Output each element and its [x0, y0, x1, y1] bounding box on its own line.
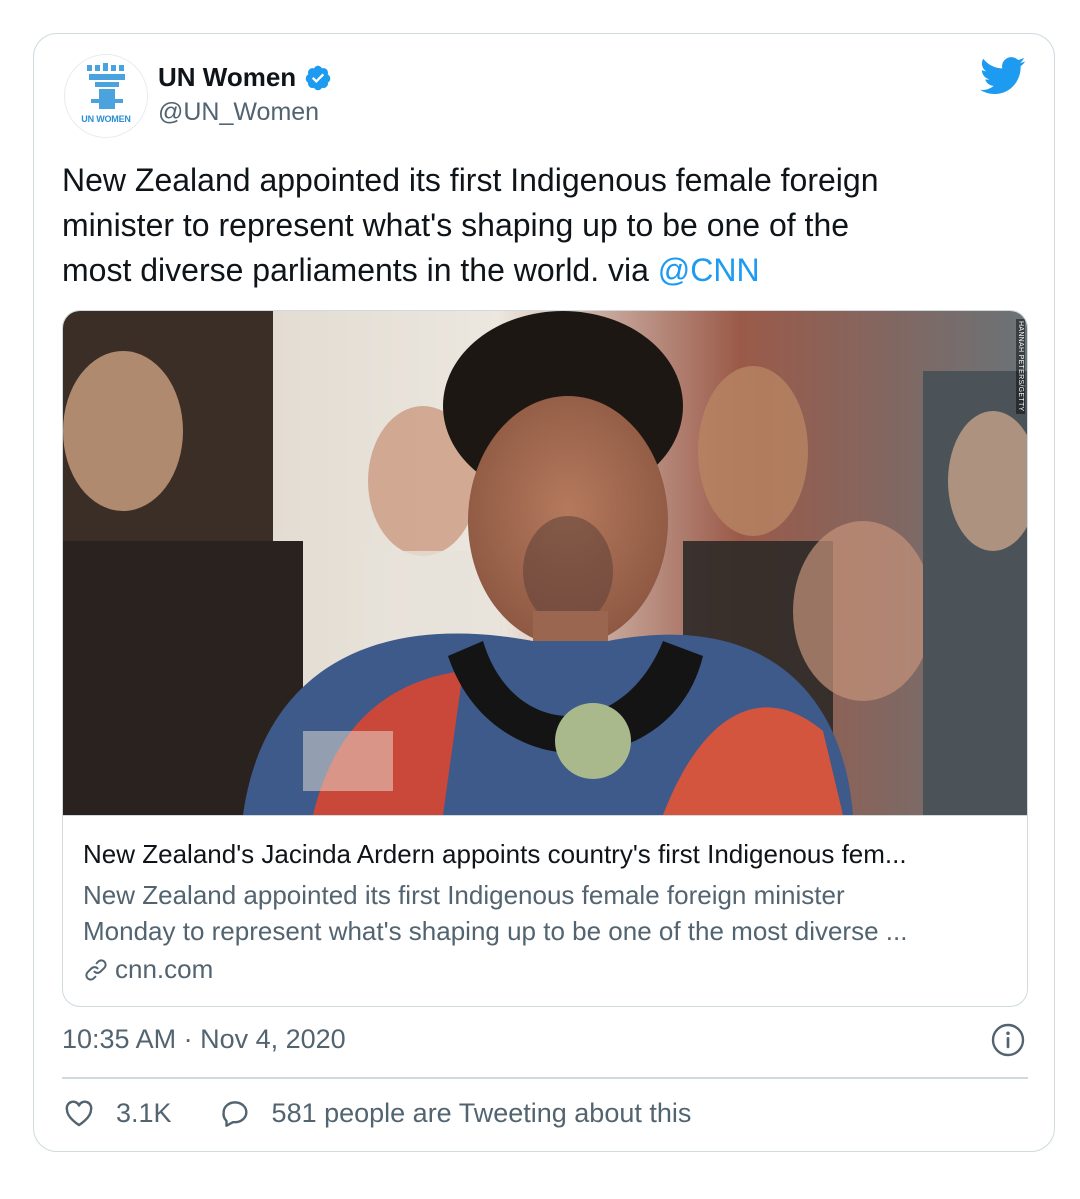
- avatar[interactable]: UN WOMEN: [64, 54, 148, 138]
- twitter-bird-icon[interactable]: [980, 56, 1026, 96]
- card-description-line: Monday to represent what's shaping up to…: [83, 916, 908, 946]
- verified-badge-icon: [305, 65, 331, 90]
- card-description-line: New Zealand appointed its first Indigeno…: [83, 880, 845, 910]
- card-domain-text[interactable]: cnn.com: [115, 954, 213, 985]
- tweet-card[interactable]: UN WOMEN UN Women @UN_Women New Zealand …: [33, 33, 1055, 1152]
- author-handle[interactable]: @UN_Women: [158, 98, 319, 127]
- tweet-text-line: minister to represent what's shaping up …: [62, 207, 850, 243]
- reply-icon: [221, 1101, 248, 1127]
- divider: [62, 1077, 1028, 1079]
- tweet-text-line: most diverse parliaments in the world. v…: [62, 248, 1012, 293]
- action-bar: 3.1K 581 people are Tweeting about this: [62, 1096, 691, 1130]
- link-icon: [85, 958, 107, 981]
- tweet-text-line: New Zealand appointed its first Indigeno…: [62, 162, 879, 198]
- like-button[interactable]: 3.1K: [62, 1096, 172, 1130]
- tweet-timestamp[interactable]: 10:35 AM · Nov 4, 2020: [62, 1024, 346, 1055]
- tweet-text: New Zealand appointed its first Indigeno…: [62, 158, 1012, 293]
- un-women-logo-icon: [87, 63, 125, 109]
- card-description: New Zealand appointed its first Indigeno…: [83, 877, 1003, 949]
- avatar-label: UN WOMEN: [81, 114, 131, 124]
- author-display-name[interactable]: UN Women: [158, 62, 296, 93]
- cnn-mention-link[interactable]: @CNN: [658, 252, 760, 288]
- like-count: 3.1K: [116, 1097, 172, 1128]
- card-title[interactable]: New Zealand's Jacinda Ardern appoints co…: [83, 839, 1003, 870]
- tweeting-about-text: 581 people are Tweeting about this: [271, 1097, 692, 1128]
- info-icon[interactable]: [990, 1022, 1026, 1058]
- card-image[interactable]: HANNAH PETERS/GETTY: [63, 311, 1027, 815]
- card-body[interactable]: New Zealand's Jacinda Ardern appoints co…: [63, 815, 1027, 1006]
- conversation-button[interactable]: 581 people are Tweeting about this: [218, 1096, 692, 1130]
- tweet-text-segment: most diverse parliaments in the world. v…: [62, 252, 658, 288]
- link-preview-card[interactable]: HANNAH PETERS/GETTY New Zealand's Jacind…: [62, 310, 1028, 1007]
- card-domain[interactable]: cnn.com: [83, 954, 213, 985]
- photo-credit: HANNAH PETERS/GETTY: [1016, 319, 1025, 414]
- heart-icon: [65, 1100, 93, 1127]
- author-name-row[interactable]: UN Women: [158, 62, 332, 93]
